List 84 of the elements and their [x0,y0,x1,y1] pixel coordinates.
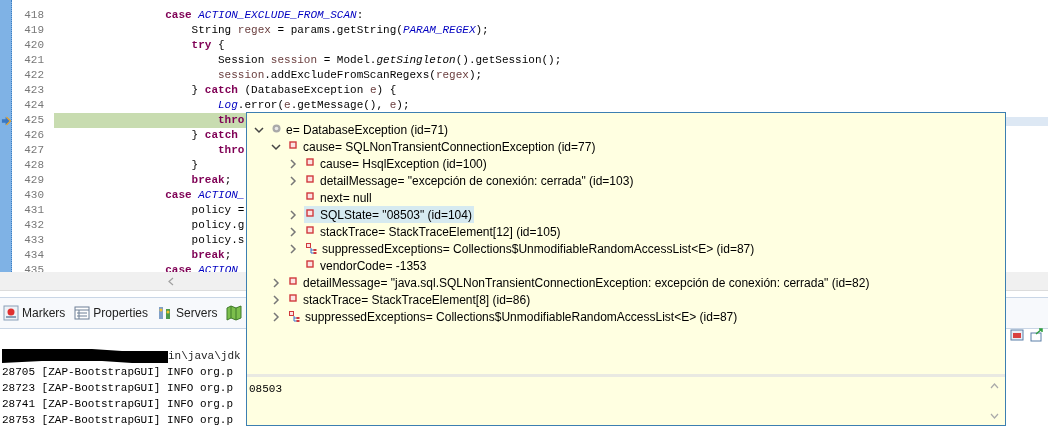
tree-item[interactable]: suppressedExceptions= Collections$UnmodifiableRandomAccessList<E> (id=87) [287,308,740,325]
code-line: } catch [190,128,238,143]
console-text: in\java\jdk [168,348,241,364]
code-line: thro [217,143,245,158]
expand-chevron-icon[interactable] [287,208,299,221]
code-line: policy = [190,203,245,218]
code-line: try { [190,38,225,53]
tree-item[interactable]: e= DatabaseException (id=71) [270,121,451,138]
code-line: case ACTION_ [164,188,245,203]
expand-chevron-icon[interactable] [287,242,299,255]
line-number: 423 [23,83,45,98]
field-icon [306,226,315,237]
line-number: 434 [23,248,45,263]
expand-chevron-icon[interactable] [287,225,299,238]
expand-chevron-icon[interactable] [270,310,282,323]
console-line: 28753 [ZAP-BootstrapGUI] INFO org.p [2,413,234,428]
scroll-up-icon[interactable] [990,383,999,389]
expand-chevron-icon[interactable] [270,293,282,306]
line-number: 430 [23,188,45,203]
expand-chevron-icon[interactable] [287,174,299,187]
tree-item[interactable]: next= null [304,189,374,206]
code-line: } [190,158,199,173]
code-line: String regex = params.getString(PARAM_REGEX); [190,23,489,38]
field-icon [306,192,315,203]
detail-text: 08503 [248,382,283,397]
line-number: 419 [23,23,45,38]
code-line: } catch (DatabaseException e) { [190,83,397,98]
tree-item[interactable]: stackTrace= StackTraceElement[12] (id=105) [304,223,563,240]
tree-item[interactable]: detailMessage= "java.sql.SQLNonTransientConnectionException: excepción de conexión: cerrada" (id=82) [287,274,872,291]
scroll-down-icon[interactable] [990,413,999,419]
view-tab[interactable]: Properties [74,305,149,321]
expand-chevron-icon[interactable] [270,276,282,289]
field-icon [289,294,298,305]
scroll-left-icon[interactable] [168,276,174,286]
line-number: 433 [23,233,45,248]
line-number: 429 [23,173,45,188]
tree-item[interactable]: vendorCode= -1353 [304,257,429,274]
variable-icon [272,124,281,135]
tree-item[interactable]: SQLState= "08503" (id=104) [304,206,474,223]
tree-item[interactable]: suppressedExceptions= Collections$UnmodifiableRandomAccessList<E> (id=87) [304,240,757,257]
field-icon [289,277,298,288]
field-icon [289,141,298,152]
line-number: 424 [23,98,45,113]
console-line: 28705 [ZAP-BootstrapGUI] INFO org.p [2,365,234,380]
field-icon [306,158,315,169]
line-number: 418 [23,8,45,23]
expand-chevron-icon[interactable] [287,157,299,170]
tree-item[interactable]: detailMessage= "excepción de conexión: cerrada" (id=103) [304,172,636,189]
line-number: 428 [23,158,45,173]
line-number: 432 [23,218,45,233]
code-line: policy.s [190,233,245,248]
line-number: 427 [23,143,45,158]
collection-field-icon [306,243,317,254]
view-tab[interactable]: Markers [3,305,66,321]
code-line: session.addExcludeFromScanRegexs(regex); [217,68,483,83]
code-line: break; [190,173,232,188]
code-line: thro [217,113,245,128]
field-icon [306,260,315,271]
console-line: 28723 [ZAP-BootstrapGUI] INFO org.p [2,381,234,396]
toolbar-icon[interactable] [1030,328,1044,342]
tree-item[interactable]: cause= HsqlException (id=100) [304,155,489,172]
markers-icon [3,305,19,321]
current-line-highlight [1005,117,1048,126]
field-icon [306,209,315,220]
line-number: 426 [23,128,45,143]
line-number: 425 [23,113,45,128]
map-icon[interactable] [226,305,243,321]
line-number: 421 [23,53,45,68]
toolbar-icon[interactable] [1010,328,1024,342]
collection-field-icon [289,311,300,322]
code-line: break; [190,248,232,263]
view-tab[interactable]: Servers [157,305,218,321]
console-line: 28741 [ZAP-BootstrapGUI] INFO org.p [2,397,234,412]
code-line: policy.g [190,218,245,233]
tree-item[interactable]: stackTrace= StackTraceElement[8] (id=86) [287,291,533,308]
line-number: 422 [23,68,45,83]
line-number: 431 [23,203,45,218]
code-line: Session session = Model.getSingleton().getSession(); [217,53,562,68]
field-icon [306,175,315,186]
code-line: case ACTION_EXCLUDE_FROM_SCAN: [164,8,364,23]
tree-item[interactable]: cause= SQLNonTransientConnectionException (id=77) [287,138,598,155]
table-icon [74,305,91,321]
line-number: 420 [23,38,45,53]
code-line: Log.error(e.getMessage(), e); [217,98,410,113]
